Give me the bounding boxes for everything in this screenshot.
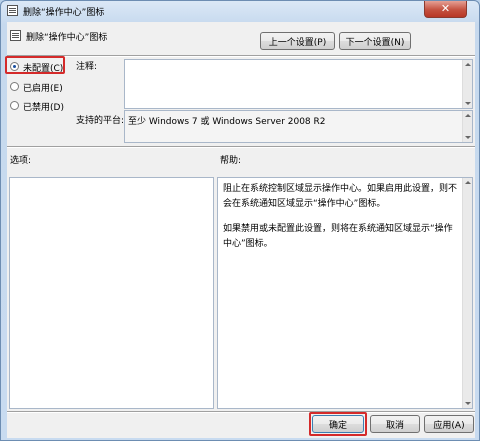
help-panel: 阻止在系统控制区域显示操作中心。如果启用此设置，则不会在系统通知区域显示“操作中… [217,177,473,409]
comment-label: 注释: [76,62,98,72]
help-scrollbar[interactable] [462,178,472,408]
help-paragraph: 阻止在系统控制区域显示操作中心。如果启用此设置，则不会在系统通知区域显示“操作中… [223,184,458,209]
radio-enabled-label: 已启用(E) [23,84,63,94]
options-label: 选项: [10,156,32,166]
cancel-button[interactable]: 取消 [370,415,420,433]
scroll-down-icon[interactable] [465,102,471,105]
comment-textarea[interactable] [124,59,473,109]
scroll-up-icon[interactable] [465,63,471,66]
close-button[interactable]: ✕ [424,1,467,18]
scroll-up-icon[interactable] [465,181,471,184]
supported-platform-field: 至少 Windows 7 或 Windows Server 2008 R2 [124,110,473,143]
scroll-down-icon[interactable] [465,402,471,405]
options-panel [9,177,214,409]
close-icon: ✕ [440,2,451,15]
apply-button[interactable]: 应用(A) [424,415,474,433]
header-separator [7,55,475,57]
dialog-window: 删除“操作中心”图标 ✕ 删除“操作中心”图标 上一个设置(P) 下一个设置(N… [0,0,480,441]
radio-not-configured[interactable] [10,62,19,71]
supported-scrollbar[interactable] [462,111,472,142]
supported-platform-label: 支持的平台: [76,116,125,126]
help-text: 阻止在系统控制区域显示操作中心。如果启用此设置，则不会在系统通知区域显示“操作中… [223,182,458,252]
dialog-client: 删除“操作中心”图标 上一个设置(P) 下一个设置(N) 未配置(C) 已启用(… [5,22,475,438]
previous-setting-button[interactable]: 上一个设置(P) [260,32,335,50]
help-paragraph: 如果禁用或未配置此设置，则将在系统通知区域显示“操作中心”图标。 [223,224,453,249]
window-title: 删除“操作中心”图标 [23,8,105,18]
title-bar[interactable]: 删除“操作中心”图标 ✕ [1,1,479,21]
setting-title: 删除“操作中心”图标 [26,33,108,43]
ok-button[interactable]: 确定 [312,415,364,433]
setting-icon [10,30,21,41]
footer-separator [7,411,475,413]
policy-icon [7,5,18,16]
next-setting-button[interactable]: 下一个设置(N) [339,32,411,50]
supported-platform-value: 至少 Windows 7 或 Windows Server 2008 R2 [128,117,326,127]
scroll-down-icon[interactable] [465,136,471,139]
radio-not-configured-label: 未配置(C) [23,64,64,74]
radio-disabled[interactable] [10,101,19,110]
radio-enabled[interactable] [10,82,19,91]
radio-disabled-label: 已禁用(D) [23,103,64,113]
comment-scrollbar[interactable] [462,60,472,108]
middle-separator [7,146,475,148]
help-label: 帮助: [220,156,242,166]
scroll-up-icon[interactable] [465,114,471,117]
